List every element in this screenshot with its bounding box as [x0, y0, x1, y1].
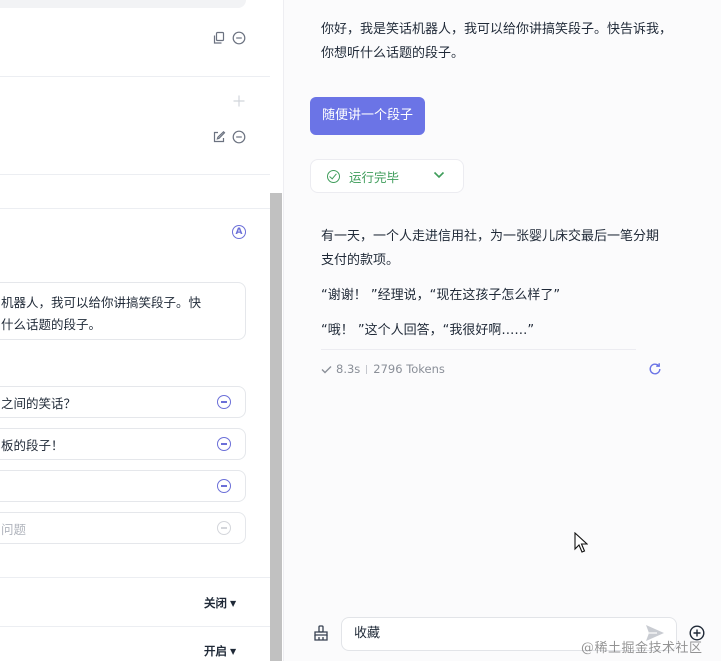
refresh-icon[interactable]	[648, 362, 662, 376]
opening-text-line: 什么话题的段子。	[1, 317, 102, 332]
toggle-select-open[interactable]: 开启 ▼	[204, 643, 236, 659]
divider	[0, 208, 270, 209]
chat-panel: 你好，我是笑话机器人，我可以给你讲搞笑段子。快告诉我，你想听什么话题的段子。 随…	[283, 0, 721, 661]
remove-question-icon[interactable]	[217, 395, 231, 409]
opening-text-line: 机器人，我可以给你讲搞笑段子。快	[1, 295, 202, 310]
mouse-cursor-icon	[574, 532, 588, 553]
bot-answer: 有一天，一个人走进信用社，为一张婴儿床交最后一笔分期支付的款项。 “谢谢！ ”经…	[321, 225, 666, 354]
opening-statement-card[interactable]: 机器人，我可以给你讲搞笑段子。快 什么话题的段子。	[0, 282, 246, 340]
remove-icon[interactable]	[232, 31, 246, 45]
ai-badge[interactable]: A	[232, 225, 246, 239]
remove-question-icon	[217, 521, 231, 535]
answer-paragraph: “哦！ ”这个人回答，“我很好啊……”	[321, 323, 535, 338]
check-circle-icon	[327, 169, 340, 183]
config-panel: A 机器人，我可以给你讲搞笑段子。快 什么话题的段子。 之间的笑话？ 板的段子！…	[0, 0, 270, 661]
divider	[0, 174, 270, 175]
caret-down-icon: ▼	[230, 599, 237, 608]
run-status-text: 运行完毕	[349, 169, 400, 185]
toggle-value: 开启	[204, 644, 227, 658]
divider	[0, 626, 270, 627]
chevron-down-icon	[433, 171, 445, 179]
toggle-select-close[interactable]: 关闭 ▼	[204, 595, 236, 611]
scrollbar[interactable]	[270, 193, 282, 661]
elapsed-time: 8.3s	[336, 362, 361, 376]
copy-icon[interactable]	[212, 31, 226, 45]
suggested-question-item[interactable]: 之间的笑话？	[0, 386, 246, 418]
question-text: 之间的笑话？	[1, 395, 77, 411]
answer-meta: 8.3s 2796 Tokens	[321, 362, 445, 376]
suggested-question-item[interactable]: 板的段子！	[0, 428, 246, 460]
watermark: @稀土掘金技术社区	[581, 641, 703, 656]
suggested-question-item[interactable]	[0, 470, 246, 502]
answer-paragraph: “谢谢！ ”经理说，“现在这孩子怎么样了”	[321, 288, 561, 303]
divider	[0, 577, 270, 578]
remove-question-icon[interactable]	[217, 437, 231, 451]
run-status-toggle[interactable]: 运行完毕	[310, 159, 464, 193]
question-placeholder-text: 问题	[1, 521, 27, 537]
question-text: 板的段子！	[1, 437, 64, 453]
meta-separator	[366, 364, 368, 374]
edit-icon[interactable]	[212, 130, 226, 144]
plus-icon[interactable]	[232, 94, 246, 108]
user-message: 随便讲一个段子	[310, 97, 426, 135]
bot-greeting: 你好，我是笑话机器人，我可以给你讲搞笑段子。快告诉我，你想听什么话题的段子。	[321, 22, 673, 61]
answer-divider	[321, 349, 636, 350]
remove-icon[interactable]	[232, 130, 246, 144]
caret-down-icon: ▼	[230, 647, 237, 656]
remove-question-icon[interactable]	[217, 479, 231, 493]
suggested-question-placeholder[interactable]: 问题	[0, 512, 246, 544]
answer-paragraph: 有一天，一个人走进信用社，为一张婴儿床交最后一笔分期支付的款项。	[321, 229, 660, 268]
check-icon	[321, 365, 332, 373]
top-card-edge	[0, 0, 246, 8]
divider	[0, 76, 270, 77]
token-count: 2796 Tokens	[373, 362, 445, 376]
toggle-value: 关闭	[204, 596, 227, 610]
broom-icon[interactable]	[312, 624, 330, 642]
